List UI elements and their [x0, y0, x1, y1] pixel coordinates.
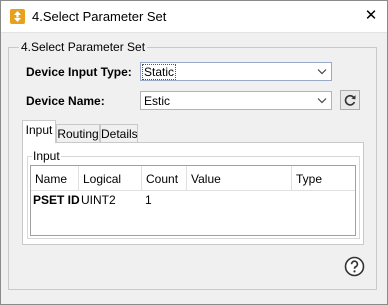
table-row[interactable]: PSET ID UINT2 1 — [31, 191, 355, 209]
tab-input[interactable]: Input — [22, 120, 56, 143]
window-title: 4.Select Parameter Set — [32, 9, 167, 24]
device-input-type-dropdown[interactable]: Static — [140, 62, 332, 81]
chevron-down-icon — [317, 98, 327, 104]
cell-logical: UINT2 — [81, 193, 116, 207]
close-button[interactable]: ✕ — [359, 5, 383, 27]
refresh-button[interactable] — [340, 90, 360, 110]
device-name-value: Estic — [144, 94, 171, 108]
help-icon — [344, 256, 365, 277]
cell-name: PSET ID — [33, 193, 80, 207]
app-icon — [10, 9, 25, 24]
tab-routing-label: Routing — [57, 127, 99, 141]
groupbox-legend: 4.Select Parameter Set — [19, 40, 148, 54]
tab-details[interactable]: Details — [100, 124, 138, 144]
device-input-type-value: Static — [141, 64, 177, 80]
help-button[interactable] — [344, 256, 365, 277]
chevron-down-icon — [317, 69, 327, 75]
column-header-name[interactable]: Name — [31, 166, 79, 190]
refresh-icon — [344, 94, 356, 106]
close-icon: ✕ — [364, 7, 378, 24]
column-header-type[interactable]: Type — [292, 166, 355, 190]
title-bar: 4.Select Parameter Set ✕ — [1, 1, 387, 33]
tab-input-label: Input — [25, 123, 53, 137]
column-header-logical[interactable]: Logical — [79, 166, 142, 190]
table-header: Name Logical Count Value Type — [31, 166, 355, 191]
input-table[interactable]: Name Logical Count Value Type PSET ID UI… — [30, 165, 356, 236]
device-input-type-label: Device Input Type: — [26, 65, 132, 79]
input-groupbox-legend: Input — [32, 149, 61, 163]
tab-routing[interactable]: Routing — [56, 124, 100, 144]
device-name-label: Device Name: — [26, 94, 105, 108]
device-name-dropdown[interactable]: Estic — [140, 91, 332, 110]
tab-details-label: Details — [101, 127, 138, 141]
column-header-value[interactable]: Value — [187, 166, 292, 190]
column-header-count[interactable]: Count — [142, 166, 187, 190]
cell-count: 1 — [145, 193, 152, 207]
